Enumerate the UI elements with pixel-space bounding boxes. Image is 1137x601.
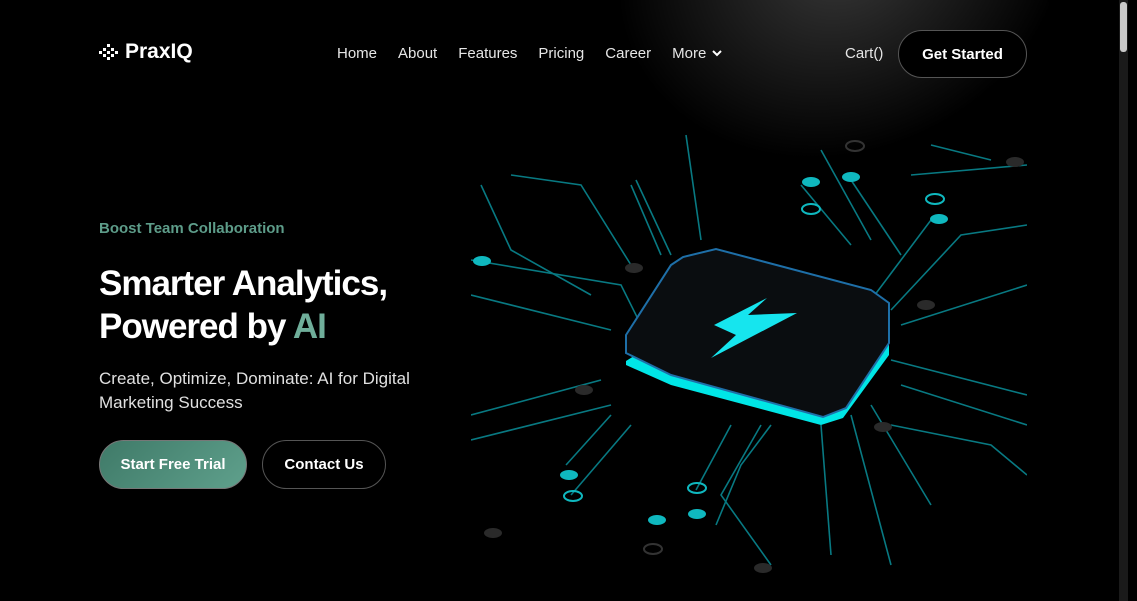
title-line-2: Powered by xyxy=(99,307,293,346)
hero-eyebrow: Boost Team Collaboration xyxy=(99,220,285,237)
nav-features[interactable]: Features xyxy=(458,45,517,62)
nav-career[interactable]: Career xyxy=(605,45,651,62)
chevron-down-icon xyxy=(711,50,722,57)
hero-title: Smarter Analytics, Powered by AI xyxy=(99,262,388,348)
scrollbar[interactable] xyxy=(1119,0,1128,601)
logo[interactable]: PraxIQ xyxy=(99,40,193,64)
nav-about[interactable]: About xyxy=(398,45,437,62)
start-free-trial-button[interactable]: Start Free Trial xyxy=(99,440,247,489)
contact-us-button[interactable]: Contact Us xyxy=(262,440,386,489)
title-highlight: AI xyxy=(292,307,327,346)
title-line-1: Smarter Analytics, xyxy=(99,264,388,303)
nav-pricing[interactable]: Pricing xyxy=(538,45,584,62)
page: PraxIQ Home About Features Pricing Caree… xyxy=(0,0,1128,601)
nav-more[interactable]: More xyxy=(672,45,722,62)
scrollbar-thumb[interactable] xyxy=(1120,2,1127,52)
nav-more-label: More xyxy=(672,45,707,62)
get-started-button[interactable]: Get Started xyxy=(898,30,1027,78)
main-nav: Home About Features Pricing Career More xyxy=(337,45,723,62)
cart-link[interactable]: Cart() xyxy=(845,45,883,62)
brand-name: PraxIQ xyxy=(125,40,193,63)
chip[interactable] xyxy=(625,247,890,425)
logo-icon xyxy=(99,44,118,60)
circuit-chip-illustration xyxy=(471,134,1027,573)
hero-subtitle: Create, Optimize, Dominate: AI for Digit… xyxy=(99,369,410,412)
nav-home[interactable]: Home xyxy=(337,45,377,62)
